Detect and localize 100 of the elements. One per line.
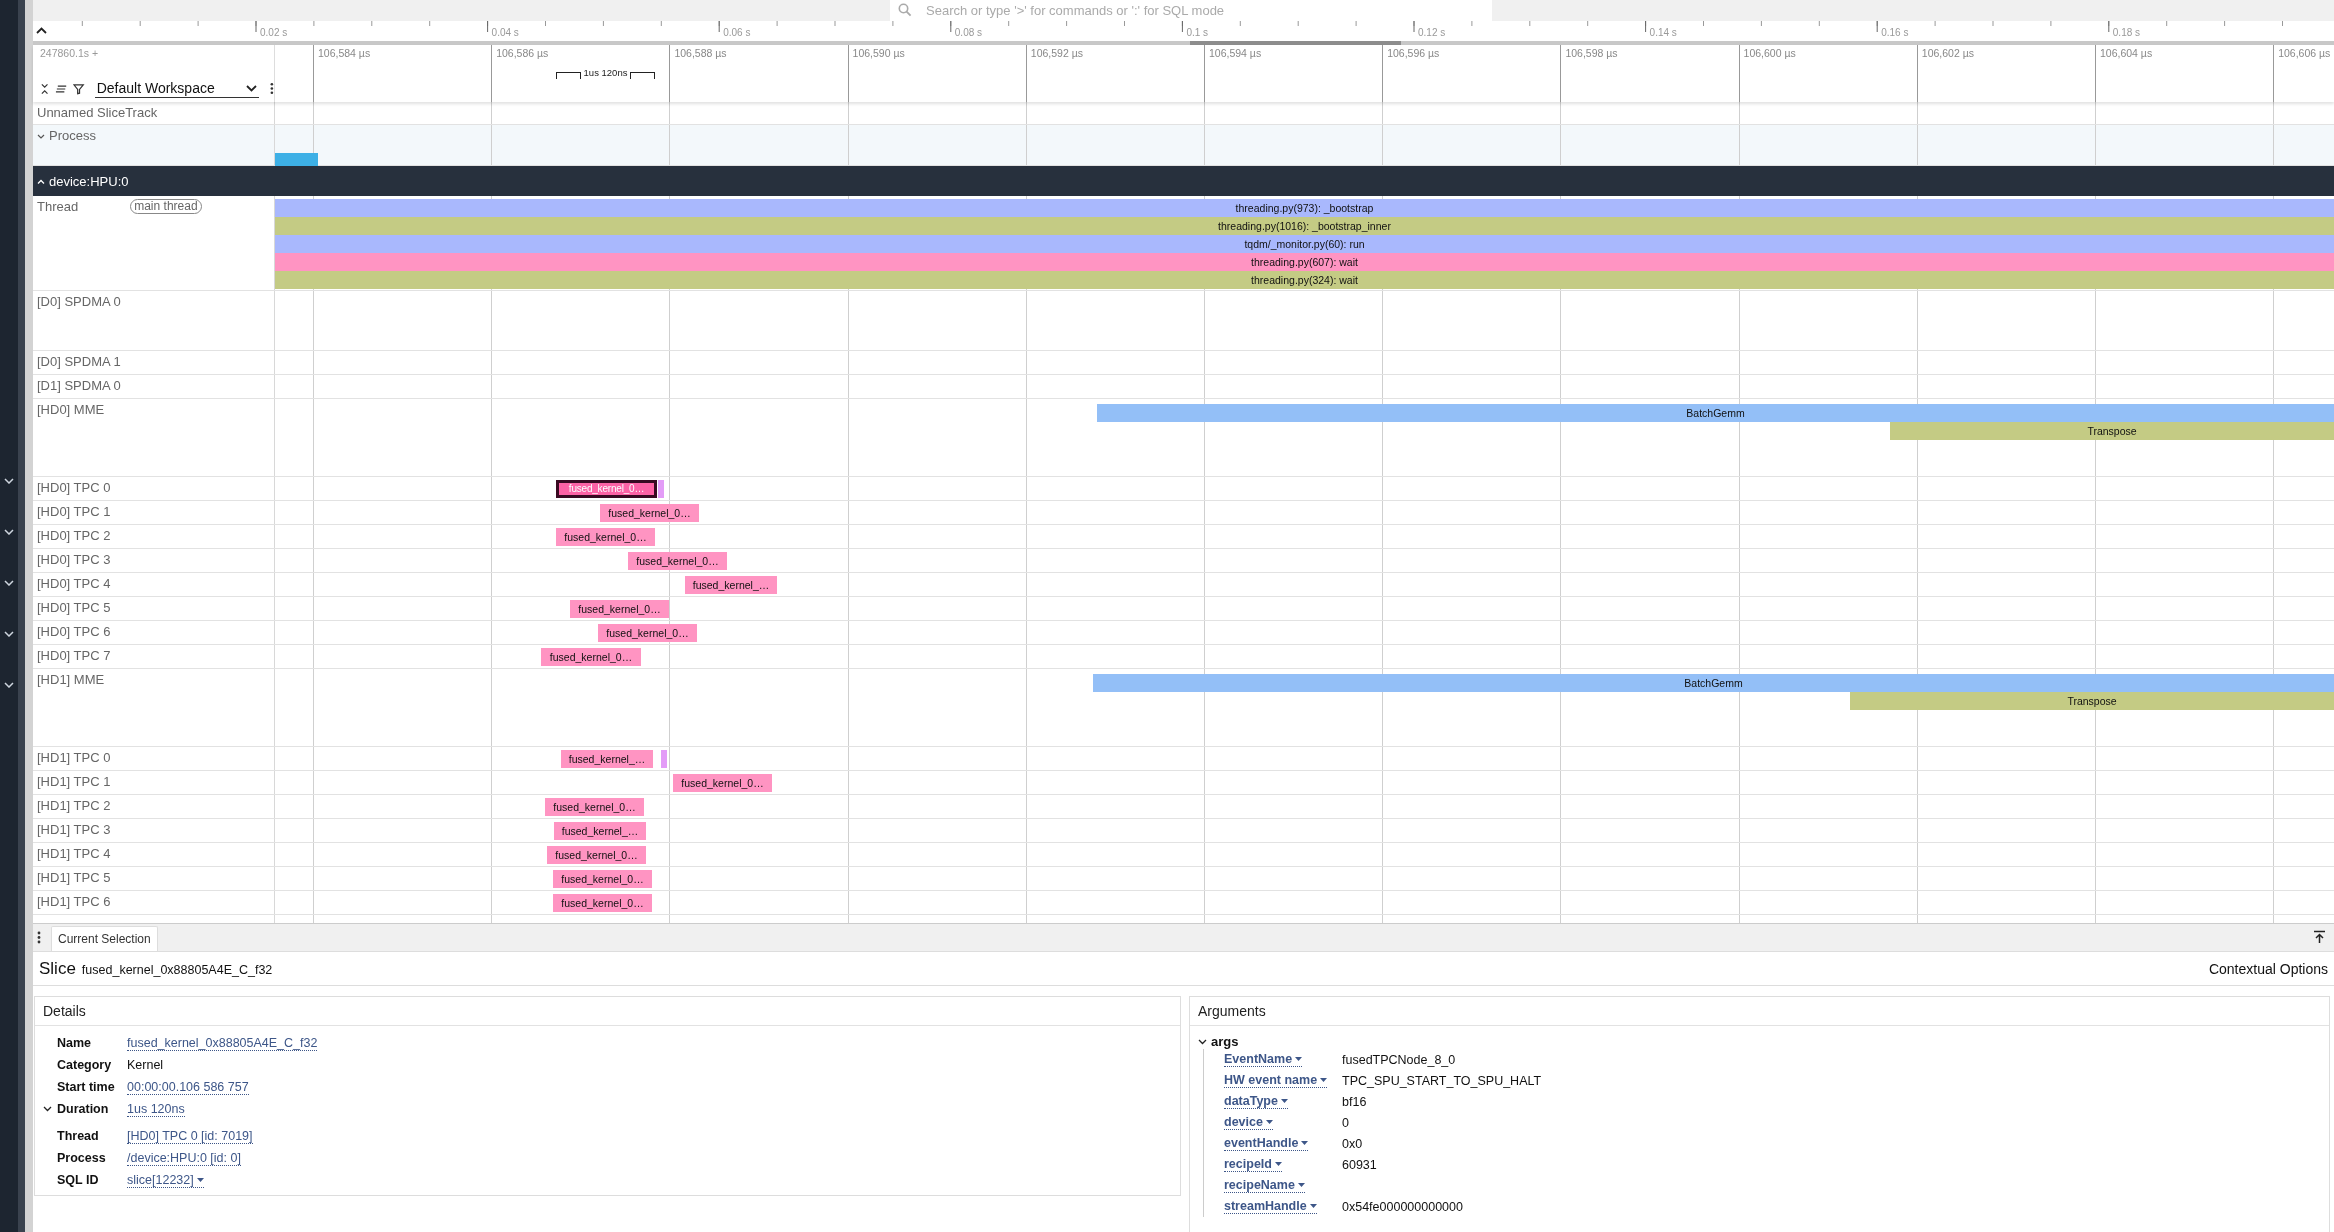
- slice-bar[interactable]: threading.py(973): _bootstrap: [275, 199, 2334, 217]
- slice-bar[interactable]: fused_kernel_…: [561, 750, 653, 768]
- slice-bar[interactable]: threading.py(1016): _bootstrap_inner: [275, 217, 2334, 235]
- slice-bar[interactable]: Transpose: [1850, 692, 2334, 710]
- track-name: [HD1] TPC 2: [37, 798, 111, 813]
- slice-bar[interactable]: fused_kernel_0…: [600, 504, 699, 522]
- slice-bar[interactable]: fused_kernel_0…: [673, 774, 772, 792]
- argument-group-name: args: [1211, 1034, 1239, 1049]
- slice-bar[interactable]: fused_kernel_0…: [541, 648, 641, 666]
- track-name: [HD1] TPC 0: [37, 750, 111, 765]
- caret-down-icon: [196, 1177, 204, 1182]
- argument-key-menu[interactable]: streamHandle: [1224, 1199, 1317, 1214]
- time-tick-label: 0.12 s: [1418, 27, 1446, 38]
- slice-bar[interactable]: threading.py(324): wait: [275, 271, 2334, 289]
- time-tick-label: 106,588 µs: [674, 47, 727, 59]
- track-group-header[interactable]: device:HPU:0: [33, 166, 2334, 196]
- contextual-options-button[interactable]: Contextual Options: [2208, 961, 2328, 977]
- slice-bar[interactable]: fused_kernel_…: [685, 576, 777, 594]
- chevron-down-icon[interactable]: [43, 1106, 52, 1112]
- time-tick-label: 106,600 µs: [1743, 47, 1796, 59]
- time-tick-label: 0.02 s: [260, 27, 288, 38]
- time-tick-label: 0.18 s: [2112, 27, 2141, 38]
- time-tick-label: 106,598 µs: [1565, 47, 1618, 59]
- maximize-panel-icon[interactable]: [2313, 930, 2326, 944]
- detail-label: Thread: [57, 1129, 100, 1143]
- track-name: [D0] SPDMA 0: [37, 294, 121, 309]
- slice-bar[interactable]: BatchGemm: [1097, 404, 2334, 422]
- more-icon[interactable]: [270, 82, 274, 95]
- argument-value: TPC_SPU_START_TO_SPU_HALT: [1342, 1073, 1543, 1088]
- collapse-caret-icon[interactable]: [36, 27, 47, 34]
- detail-value: Kernel: [127, 1058, 164, 1072]
- detail-menu-link[interactable]: slice[12232]: [127, 1172, 204, 1188]
- time-tick-label: 106,602 µs: [1921, 47, 1974, 59]
- track-name: [HD1] MME: [37, 672, 105, 687]
- chevron-down-icon[interactable]: [1198, 1038, 1207, 1045]
- detail-link[interactable]: /device:HPU:0 [id: 0]: [127, 1150, 241, 1166]
- detail-label: SQL ID: [57, 1173, 100, 1187]
- slice-bar[interactable]: Transpose: [1890, 422, 2334, 440]
- track-name: [HD0] TPC 1: [37, 504, 111, 519]
- time-tick-label: 106,586 µs: [496, 47, 549, 59]
- detail-link[interactable]: fused_kernel_0x88805A4E_C_f32: [127, 1035, 318, 1051]
- caret-down-icon: [1297, 1183, 1305, 1187]
- caret-down-icon: [1309, 1204, 1317, 1208]
- argument-key-menu[interactable]: dataType: [1224, 1094, 1288, 1109]
- argument-key-menu[interactable]: recipeName: [1224, 1178, 1305, 1193]
- argument-value: 60931: [1342, 1157, 1378, 1172]
- argument-key-menu[interactable]: eventHandle: [1224, 1136, 1309, 1151]
- workspace-dropdown[interactable]: Default Workspace: [94, 79, 260, 98]
- slice-bar[interactable]: fused_kernel_0…: [556, 528, 655, 546]
- time-tick-label: 0.14 s: [1649, 27, 1677, 38]
- caret-down-icon: [1274, 1162, 1282, 1166]
- track-name: [HD0] MME: [37, 402, 105, 417]
- track-name: [HD0] TPC 7: [37, 648, 111, 663]
- track-name: [HD0] TPC 4: [37, 576, 111, 591]
- slice-bar[interactable]: fused_kernel_0…: [553, 870, 652, 888]
- scrollbar[interactable]: [25, 0, 33, 1232]
- track-name: Thread: [37, 199, 79, 214]
- argument-key-menu[interactable]: HW event name: [1224, 1073, 1328, 1088]
- collapse-all-icon[interactable]: [40, 82, 50, 95]
- argument-key-menu[interactable]: device: [1224, 1115, 1273, 1130]
- track-name: [HD1] TPC 6: [37, 894, 111, 909]
- argument-key-menu[interactable]: EventName: [1224, 1052, 1303, 1067]
- argument-value: bf16: [1342, 1094, 1368, 1109]
- selection-kind: Slice: [39, 959, 76, 979]
- detail-label: Name: [57, 1036, 93, 1050]
- track-name: [D0] SPDMA 1: [37, 354, 121, 369]
- search-field[interactable]: Search or type '>' for commands or ':' for SQL mode: [890, 0, 1492, 21]
- track-name: [HD0] TPC 2: [37, 528, 111, 543]
- track-name: Process: [49, 128, 96, 143]
- filter-icon[interactable]: [73, 82, 85, 95]
- slice-bar[interactable]: fused_kernel_0…: [547, 846, 646, 864]
- argument-key-menu[interactable]: recipeId: [1224, 1157, 1282, 1172]
- track-name: [HD0] TPC 0: [37, 480, 111, 495]
- time-tick-label: 0.04 s: [491, 27, 519, 38]
- slice-bar[interactable]: fused_kernel_0…: [628, 552, 727, 570]
- slice-bar[interactable]: fused_kernel_0…: [570, 600, 669, 618]
- slice-bar[interactable]: fused_kernel_0…: [553, 894, 652, 912]
- detail-link[interactable]: 1us 120ns: [127, 1101, 185, 1117]
- argument-value: 0x54fe000000000000: [1342, 1199, 1464, 1214]
- slice-bar[interactable]: fused_kernel_…: [554, 822, 646, 840]
- caret-down-icon: [1265, 1120, 1273, 1124]
- list-icon[interactable]: [55, 83, 68, 94]
- panel-tab[interactable]: Current Selection: [51, 926, 158, 951]
- more-icon[interactable]: [37, 931, 41, 944]
- slice-bar[interactable]: fused_kernel_0…: [545, 798, 644, 816]
- caret-down-icon: [1320, 1078, 1328, 1082]
- slice-bar[interactable]: fused_kernel_0…: [598, 624, 697, 642]
- detail-link[interactable]: [HD0] TPC 0 [id: 7019]: [127, 1128, 253, 1144]
- time-tick-label: 106,592 µs: [1030, 47, 1083, 59]
- detail-label: Category: [57, 1058, 113, 1072]
- track-name: [HD0] TPC 6: [37, 624, 111, 639]
- slice-bar[interactable]: tqdm/_monitor.py(60): run: [275, 235, 2334, 253]
- detail-label: Duration: [57, 1102, 110, 1116]
- chevron-down-icon[interactable]: [37, 134, 45, 139]
- time-tick-label: 106,590 µs: [852, 47, 905, 59]
- time-tick-label: 106,594 µs: [1209, 47, 1262, 59]
- slice-bar[interactable]: BatchGemm: [1093, 674, 2334, 692]
- slice-bar[interactable]: threading.py(607): wait: [275, 253, 2334, 271]
- detail-link[interactable]: 00:00:00.106 586 757: [127, 1079, 249, 1095]
- search-icon: [898, 3, 912, 17]
